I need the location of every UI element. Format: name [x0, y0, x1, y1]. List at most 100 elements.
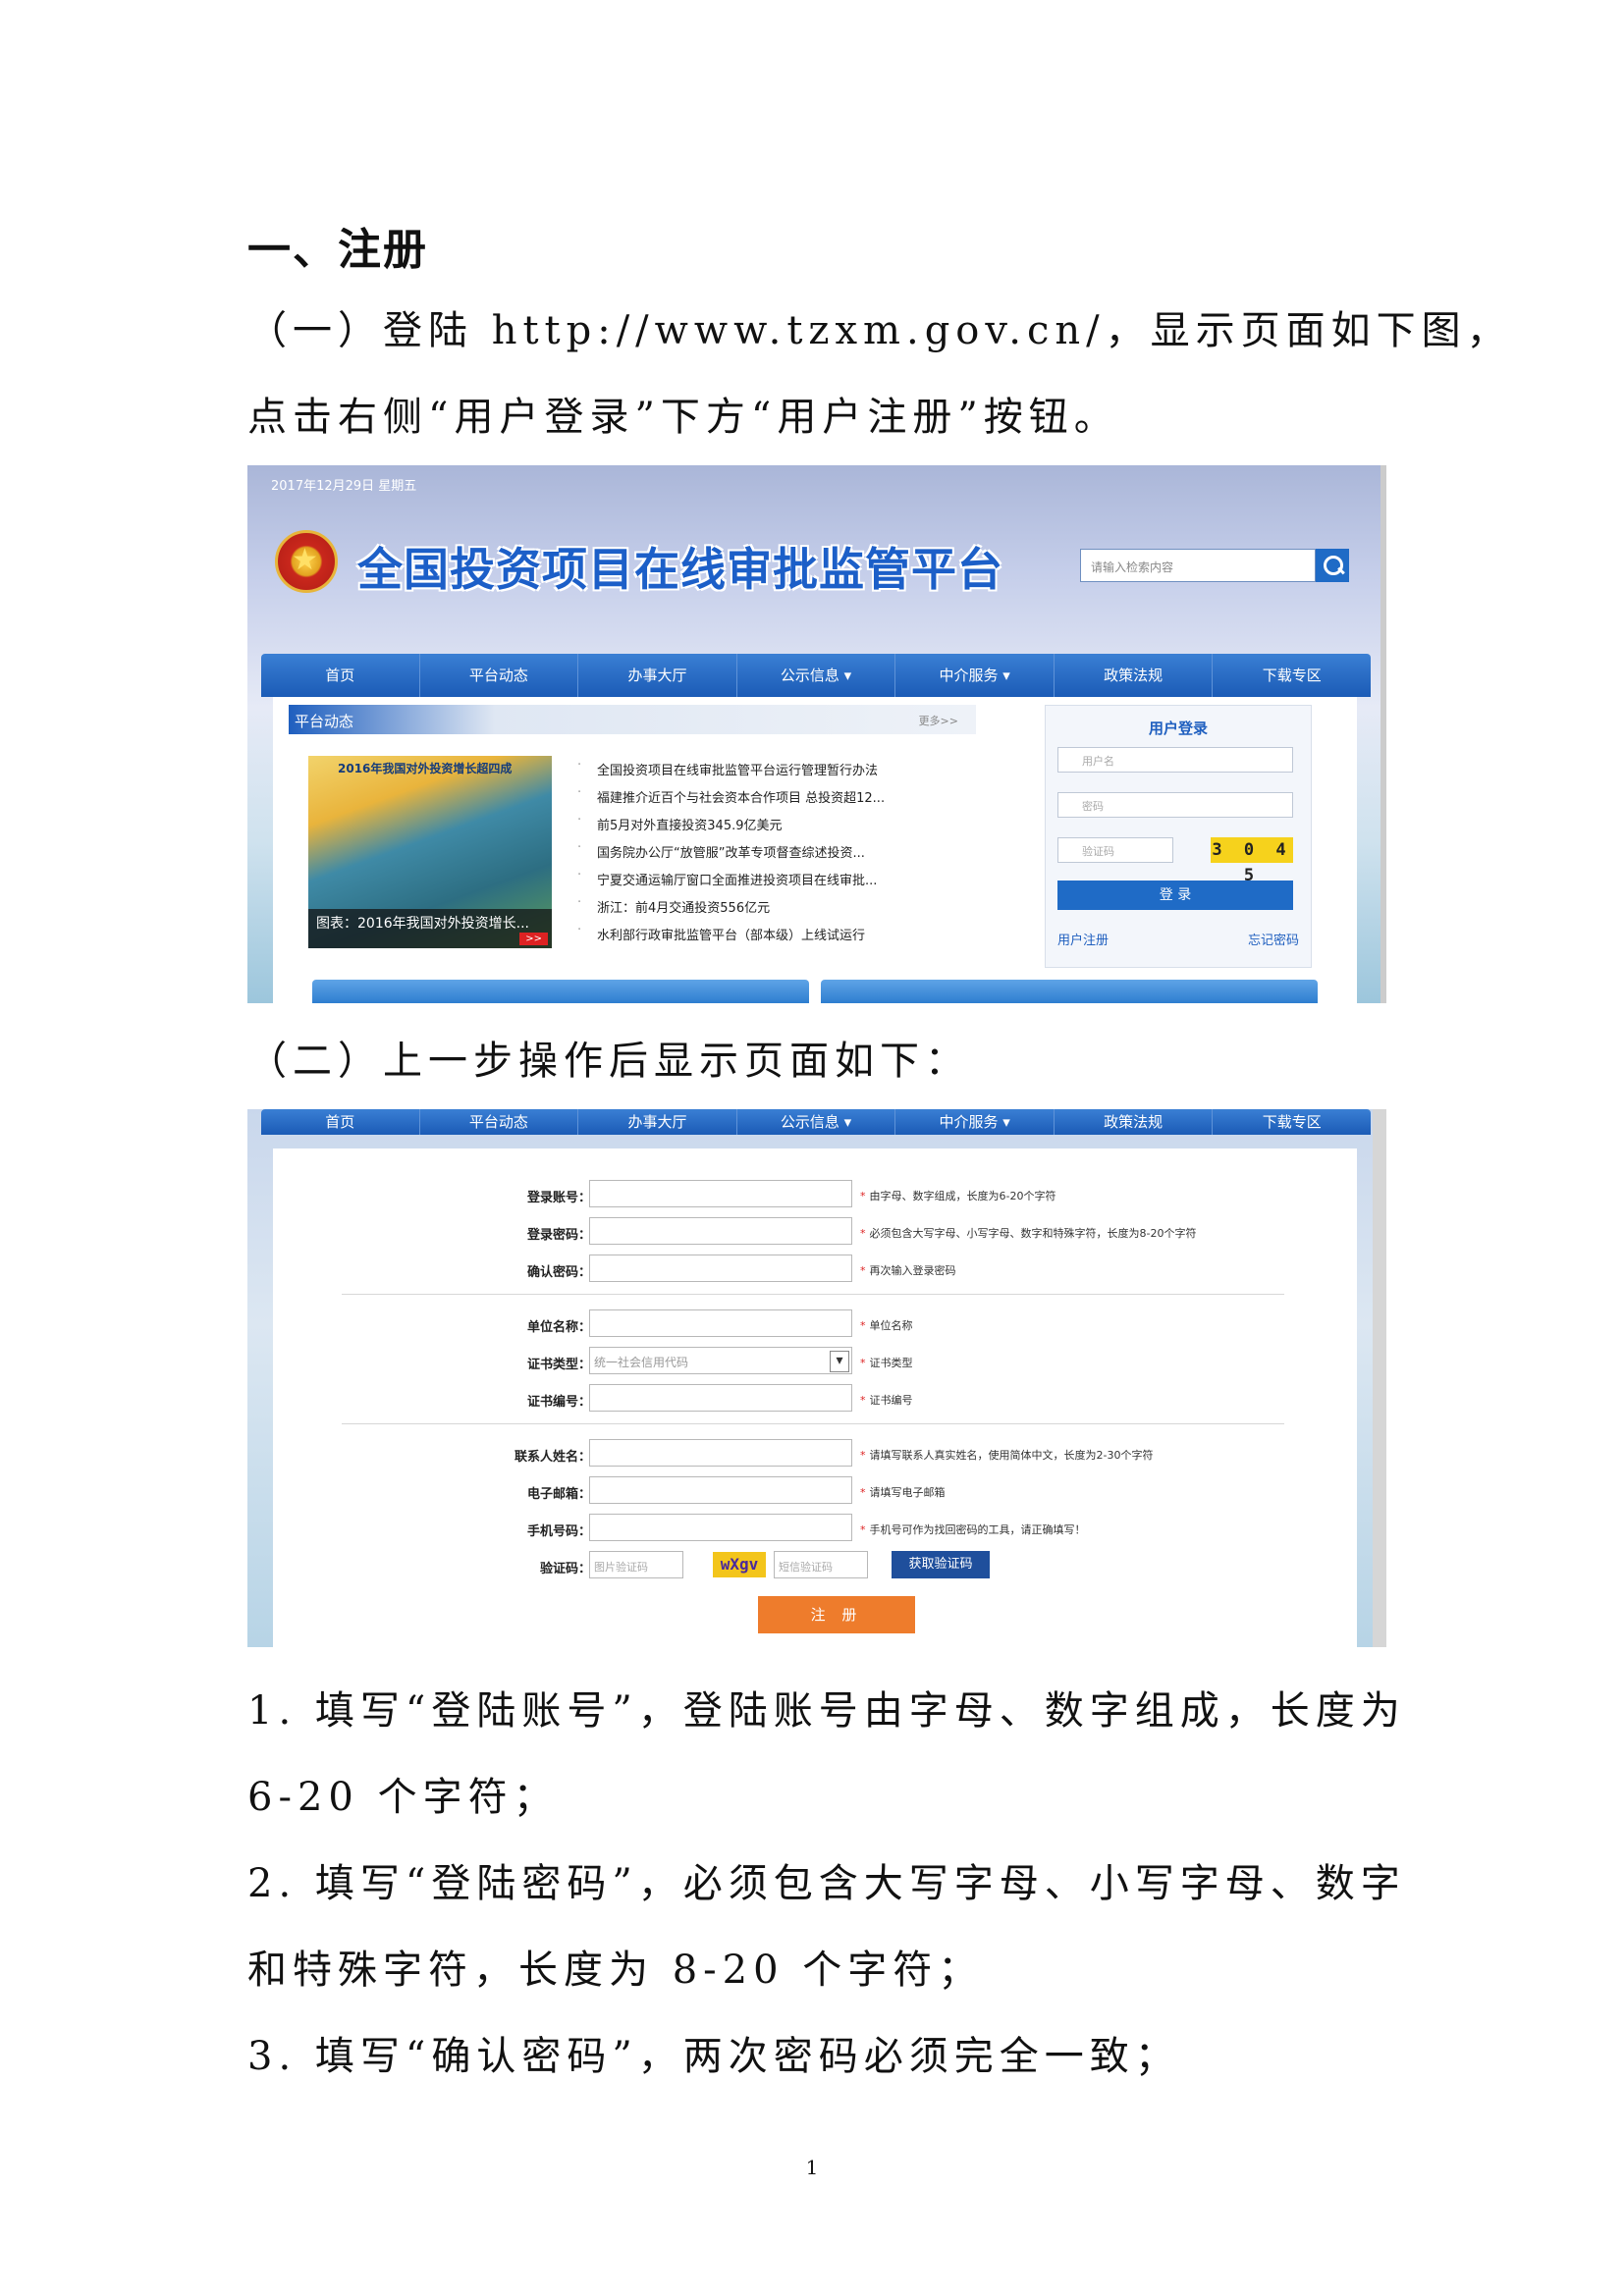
get-code-button[interactable]: 获取验证码 [892, 1551, 990, 1578]
step1-line1: （一）登陆 http://www.tzxm.gov.cn/，显示页面如下图， [247, 308, 1512, 353]
password-input[interactable]: 密码 [1057, 792, 1293, 818]
divider [342, 1423, 1284, 1424]
nav-item-service-hall[interactable]: 办事大厅 [578, 1109, 737, 1135]
main-nav: 首页 平台动态 办事大厅 公示信息 ▾ 中介服务 ▾ 政策法规 下载专区 [261, 1109, 1371, 1135]
org-name-input[interactable] [589, 1309, 852, 1337]
search-icon[interactable] [1316, 549, 1349, 582]
captcha-image[interactable]: 3 0 4 5 [1211, 837, 1293, 885]
form-row-confirm-password: 确认密码： * 再次输入登录密码 [273, 1255, 1357, 1284]
field-label: 证书类型： [526, 1358, 591, 1372]
nav-item-agency[interactable]: 中介服务 ▾ [895, 654, 1055, 697]
form-row-password: 登录密码： * 必须包含大写字母、小写字母、数字和特殊字符，长度为8-20个字符 [273, 1217, 1357, 1247]
form-row-phone: 手机号码： * 手机号可作为找回密码的工具，请正确填写！ [273, 1514, 1357, 1543]
form-row-email: 电子邮箱： * 请填写电子邮箱 [273, 1476, 1357, 1506]
forgot-password-link[interactable]: 忘记密码 [1248, 930, 1299, 948]
account-input[interactable] [589, 1180, 852, 1207]
nav-item-download[interactable]: 下载专区 [1213, 1109, 1371, 1135]
instruction-line: 3. 填写“确认密码”，两次密码必须完全一致； [247, 2034, 1180, 2079]
field-label: 单位名称： [526, 1320, 591, 1335]
step2-line: （二）上一步操作后显示页面如下： [247, 1039, 970, 1084]
page-number: 1 [805, 2156, 819, 2179]
form-row-contact-name: 联系人姓名： * 请填写联系人真实姓名，使用简体中文，长度为2-30个字符 [273, 1439, 1357, 1468]
news-image-more[interactable]: >> [519, 933, 548, 945]
nav-item-service-hall[interactable]: 办事大厅 [578, 654, 737, 697]
register-link[interactable]: 用户注册 [1057, 930, 1109, 948]
image-captcha-input[interactable]: 图片验证码 [589, 1551, 683, 1578]
nav-item-home[interactable]: 首页 [261, 1109, 420, 1135]
site-title: 全国投资项目在线审批监管平台 [357, 543, 1003, 596]
news-section-title: 平台动态 [295, 713, 354, 730]
national-emblem-icon: ★ [275, 530, 338, 593]
field-label: 登录账号： [526, 1191, 591, 1205]
field-label: 验证码： [539, 1562, 591, 1576]
news-image-title: 2016年我国对外投资增长超四成 [338, 762, 513, 775]
username-input[interactable]: 用户名 [1057, 747, 1293, 773]
instruction-line: 1. 填写“登陆账号”，登陆账号由字母、数字组成，长度为 [247, 1688, 1406, 1734]
list-item[interactable]: 水利部行政审批监管平台（部本级）上线试运行06-05 [577, 921, 1231, 948]
form-row-account: 登录账号： * 由字母、数字组成，长度为6-20个字符 [273, 1180, 1357, 1209]
main-nav: 首页 平台动态 办事大厅 公示信息 ▾ 中介服务 ▾ 政策法规 下载专区 [261, 654, 1371, 697]
feature-tile[interactable] [821, 980, 1318, 1003]
instruction-line: 和特殊字符，长度为 8-20 个字符； [247, 1948, 984, 1993]
nav-item-public-info[interactable]: 公示信息 ▾ [737, 654, 896, 697]
news-list: 全国投资项目在线审批监管平台运行管理暂行办法12-20 福建推介近百个与社会资本… [577, 756, 1231, 948]
email-field[interactable] [589, 1476, 852, 1504]
register-button[interactable]: 注 册 [758, 1596, 915, 1633]
news-more-link[interactable]: 更多>> [919, 713, 958, 728]
news-featured-image[interactable]: 2016年我国对外投资增长超四成 图表：2016年我国对外投资增长... >> [308, 756, 552, 948]
field-label: 联系人姓名： [514, 1450, 591, 1465]
nav-item-policy[interactable]: 政策法规 [1055, 654, 1214, 697]
list-item[interactable]: 福建推介近百个与社会资本合作项目 总投资超12...06-19 [577, 783, 1231, 811]
list-item[interactable]: 宁夏交通运输厅窗口全面推进投资项目在线审批...06-19 [577, 866, 1231, 893]
instruction-line: 6-20 个字符； [247, 1775, 559, 1820]
form-row-cert-number: 证书编号： * 证书编号 [273, 1384, 1357, 1414]
nav-item-news[interactable]: 平台动态 [420, 1109, 579, 1135]
list-item[interactable]: 浙江：前4月交通投资556亿元06-05 [577, 893, 1231, 921]
field-label: 手机号码： [526, 1524, 591, 1539]
field-hint: * 请填写联系人真实姓名，使用简体中文，长度为2-30个字符 [860, 1449, 1154, 1462]
register-form: 登录账号： * 由字母、数字组成，长度为6-20个字符 登录密码： * 必须包含大写… [273, 1148, 1357, 1647]
nav-item-agency[interactable]: 中介服务 ▾ [895, 1109, 1055, 1135]
news-section-header: 平台动态 更多>> [289, 705, 976, 734]
divider [342, 1294, 1284, 1295]
sms-captcha-input[interactable]: 短信验证码 [774, 1551, 868, 1578]
field-hint: * 单位名称 [860, 1319, 913, 1332]
field-label: 登录密码： [526, 1228, 591, 1243]
instruction-line: 2. 填写“登陆密码”，必须包含大写字母、小写字母、数字 [247, 1861, 1406, 1906]
password-input[interactable] [589, 1217, 852, 1245]
date-text: 2017年12月29日 星期五 [271, 479, 417, 494]
feature-tile[interactable] [312, 980, 809, 1003]
captcha-input[interactable]: 验证码 [1057, 837, 1173, 863]
news-image-caption: 图表：2016年我国对外投资增长... [316, 916, 529, 932]
contact-name-input[interactable] [589, 1439, 852, 1467]
field-hint: * 证书编号 [860, 1394, 913, 1407]
field-hint: * 证书类型 [860, 1357, 913, 1369]
search-input[interactable]: 请输入检索内容 [1080, 549, 1316, 582]
list-item[interactable]: 国务院办公厅“放管服”改革专项督查综述投资...06-19 [577, 838, 1231, 866]
field-hint: * 再次输入登录密码 [860, 1264, 956, 1277]
register-screenshot: 首页 平台动态 办事大厅 公示信息 ▾ 中介服务 ▾ 政策法规 下载专区 登录账… [247, 1109, 1386, 1647]
confirm-password-input[interactable] [589, 1255, 852, 1282]
cert-number-input[interactable] [589, 1384, 852, 1412]
form-row-captcha: 验证码： 图片验证码 wXgv 短信验证码 获取验证码 [273, 1551, 1357, 1580]
homepage-screenshot: 2017年12月29日 星期五 ★ 全国投资项目在线审批监管平台 请输入检索内容… [247, 465, 1386, 1003]
list-item[interactable]: 全国投资项目在线审批监管平台运行管理暂行办法12-20 [577, 756, 1231, 783]
form-row-org-name: 单位名称： * 单位名称 [273, 1309, 1357, 1339]
news-image-caption-bar: 图表：2016年我国对外投资增长... >> [308, 909, 552, 948]
nav-item-home[interactable]: 首页 [261, 654, 420, 697]
list-item[interactable]: 前5月对外直接投资345.9亿美元06-19 [577, 811, 1231, 838]
captcha-image[interactable]: wXgv [713, 1552, 766, 1577]
login-button[interactable]: 登 录 [1057, 881, 1293, 910]
section-heading: 一、注册 [247, 225, 428, 275]
field-label: 确认密码： [526, 1265, 591, 1280]
nav-item-download[interactable]: 下载专区 [1213, 654, 1371, 697]
nav-item-public-info[interactable]: 公示信息 ▾ [737, 1109, 896, 1135]
field-label: 电子邮箱： [526, 1487, 591, 1502]
nav-item-policy[interactable]: 政策法规 [1055, 1109, 1214, 1135]
phone-input[interactable] [589, 1514, 852, 1541]
field-hint: * 必须包含大写字母、小写字母、数字和特殊字符，长度为8-20个字符 [860, 1227, 1197, 1240]
cert-type-select[interactable]: 统一社会信用代码 [589, 1347, 852, 1374]
nav-item-news[interactable]: 平台动态 [420, 654, 579, 697]
form-row-cert-type: 证书类型： 统一社会信用代码 *证书类型 [273, 1347, 1357, 1376]
field-hint: * 由字母、数字组成，长度为6-20个字符 [860, 1190, 1056, 1202]
